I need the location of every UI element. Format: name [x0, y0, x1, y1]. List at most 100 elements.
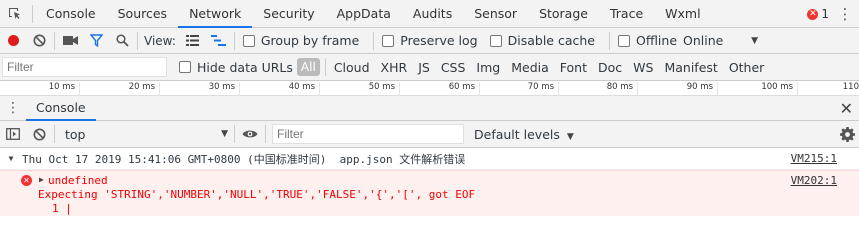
type-filter-all[interactable]: All — [296, 58, 320, 76]
source-link[interactable]: VM215:1 — [791, 152, 837, 165]
checkbox-box — [489, 34, 502, 47]
offline-checkbox[interactable]: Offline — [618, 33, 677, 48]
tab-sensor[interactable]: Sensor — [463, 0, 528, 28]
context-value: top — [65, 126, 86, 142]
type-filter-manifest[interactable]: Manifest — [660, 59, 721, 76]
timeline-tick: 70 ms — [480, 82, 559, 96]
type-filter-font[interactable]: Font — [556, 59, 591, 76]
timeline-tick: 110 — [842, 82, 859, 92]
search-button[interactable] — [109, 28, 135, 54]
dropdown-arrow-icon: ▼ — [221, 129, 228, 139]
type-filter-css[interactable]: CSS — [437, 59, 470, 76]
record-button[interactable] — [0, 28, 26, 54]
tab-network[interactable]: Network — [178, 0, 253, 28]
tab-console[interactable]: Console — [35, 0, 107, 28]
type-filter-js[interactable]: JS — [414, 59, 434, 76]
console-toolbar: top ▼ Default levels ▼ — [0, 121, 859, 148]
offline-label: Offline — [636, 33, 678, 48]
tab-sources[interactable]: Sources — [107, 0, 178, 28]
network-filter-bar: Hide data URLs All Cloud XHR JS CSS Img … — [0, 54, 859, 81]
group-by-frame-checkbox[interactable]: Group by frame — [242, 33, 360, 48]
type-filter-media[interactable]: Media — [507, 59, 553, 76]
tab-storage[interactable]: Storage — [528, 0, 599, 28]
error-source-link[interactable]: VM202:1 — [791, 174, 837, 187]
error-count-badge[interactable]: ✕ 1 — [807, 0, 829, 28]
close-drawer-icon[interactable]: ✕ — [840, 96, 853, 121]
search-icon — [115, 34, 129, 47]
clear-icon — [33, 34, 45, 47]
more-menu-icon[interactable]: ⋮ — [835, 0, 855, 28]
preserve-log-label: Preserve log — [400, 33, 478, 48]
tab-audits[interactable]: Audits — [402, 0, 463, 28]
sidebar-toggle-icon — [6, 128, 20, 140]
screenshot-capture-button[interactable] — [57, 28, 83, 54]
error-detail-line: Expecting 'STRING','NUMBER','NULL','TRUE… — [38, 188, 476, 201]
group-by-frame-label: Group by frame — [260, 33, 360, 48]
error-code-line: 1 | — [52, 202, 72, 215]
type-filter-other[interactable]: Other — [725, 59, 769, 76]
drawer-header: ⋮ Console ✕ — [0, 96, 859, 121]
divider — [324, 58, 326, 76]
divider — [54, 125, 55, 143]
dropdown-arrow-icon: ▼ — [566, 131, 574, 142]
timeline-tick: 20 ms — [80, 82, 160, 96]
checkbox-box — [382, 34, 395, 47]
console-settings-button[interactable] — [840, 121, 855, 148]
timeline-tick: 10 ms — [0, 82, 80, 96]
video-camera-icon — [62, 36, 78, 45]
divider — [234, 125, 235, 143]
error-title: undefined — [48, 174, 108, 187]
type-filter-doc[interactable]: Doc — [594, 59, 626, 76]
disable-cache-checkbox[interactable]: Disable cache — [489, 33, 595, 48]
divider — [233, 31, 235, 50]
clear-icon — [33, 128, 45, 140]
divider — [373, 31, 375, 50]
network-filter-input[interactable] — [2, 57, 167, 77]
type-filter-xhr[interactable]: XHR — [377, 59, 412, 76]
live-expression-button[interactable] — [237, 121, 263, 147]
tab-security[interactable]: Security — [252, 0, 325, 28]
timeline-tick: 30 ms — [160, 82, 240, 96]
throttling-value: Online — [683, 33, 724, 48]
waterfall-overview-toggle[interactable] — [206, 28, 232, 54]
waterfall-icon — [211, 35, 227, 46]
disable-cache-label: Disable cache — [507, 33, 595, 48]
error-count: 1 — [821, 7, 829, 21]
console-group-header[interactable]: ▼ Thu Oct 17 2019 15:41:06 GMT+0800 (中国标… — [0, 148, 859, 170]
list-view-icon — [186, 35, 200, 46]
preserve-log-checkbox[interactable]: Preserve log — [382, 33, 478, 48]
gear-icon — [840, 127, 855, 142]
eye-icon — [242, 130, 258, 138]
type-filter-img[interactable]: Img — [472, 59, 504, 76]
checkbox-box — [179, 61, 191, 73]
clear-button[interactable] — [26, 28, 52, 54]
clear-console-button[interactable] — [26, 121, 52, 147]
expand-triangle-icon[interactable]: ▶ — [39, 175, 44, 184]
drawer-menu-icon[interactable]: ⋮ — [0, 96, 26, 121]
tab-appdata[interactable]: AppData — [326, 0, 402, 28]
console-filter-input[interactable] — [272, 124, 464, 144]
filter-toggle-button[interactable] — [83, 28, 109, 54]
network-overview-timeline[interactable]: 10 ms 20 ms 30 ms 40 ms 50 ms 60 ms 70 m… — [0, 81, 859, 96]
tab-trace[interactable]: Trace — [599, 0, 654, 28]
throttling-select[interactable]: Online ▼ — [683, 33, 758, 48]
divider — [265, 125, 266, 143]
large-rows-toggle[interactable] — [180, 28, 206, 54]
tab-wxml[interactable]: Wxml — [654, 0, 711, 28]
timeline-tick: 100 ms — [718, 82, 798, 96]
network-toolbar: View: Group by frame Preserve log Disabl… — [0, 28, 859, 54]
hide-data-urls-label: Hide data URLs — [197, 59, 293, 75]
drawer-tab-console[interactable]: Console — [26, 96, 96, 121]
hide-data-urls-checkbox[interactable]: Hide data URLs — [179, 60, 293, 75]
type-filter-cloud[interactable]: Cloud — [330, 59, 374, 76]
log-levels-select[interactable]: Default levels ▼ — [474, 127, 574, 142]
timeline-tick: 80 ms — [559, 82, 638, 96]
inspect-element-button[interactable] — [0, 0, 30, 28]
show-sidebar-button[interactable] — [0, 121, 26, 147]
execution-context-select[interactable]: top ▼ — [57, 121, 232, 148]
type-filter-ws[interactable]: WS — [629, 59, 657, 76]
divider — [137, 31, 138, 50]
collapse-triangle-icon[interactable]: ▼ — [0, 154, 22, 163]
timeline-tick: 50 ms — [320, 82, 400, 96]
timeline-tick: 90 ms — [638, 82, 718, 96]
